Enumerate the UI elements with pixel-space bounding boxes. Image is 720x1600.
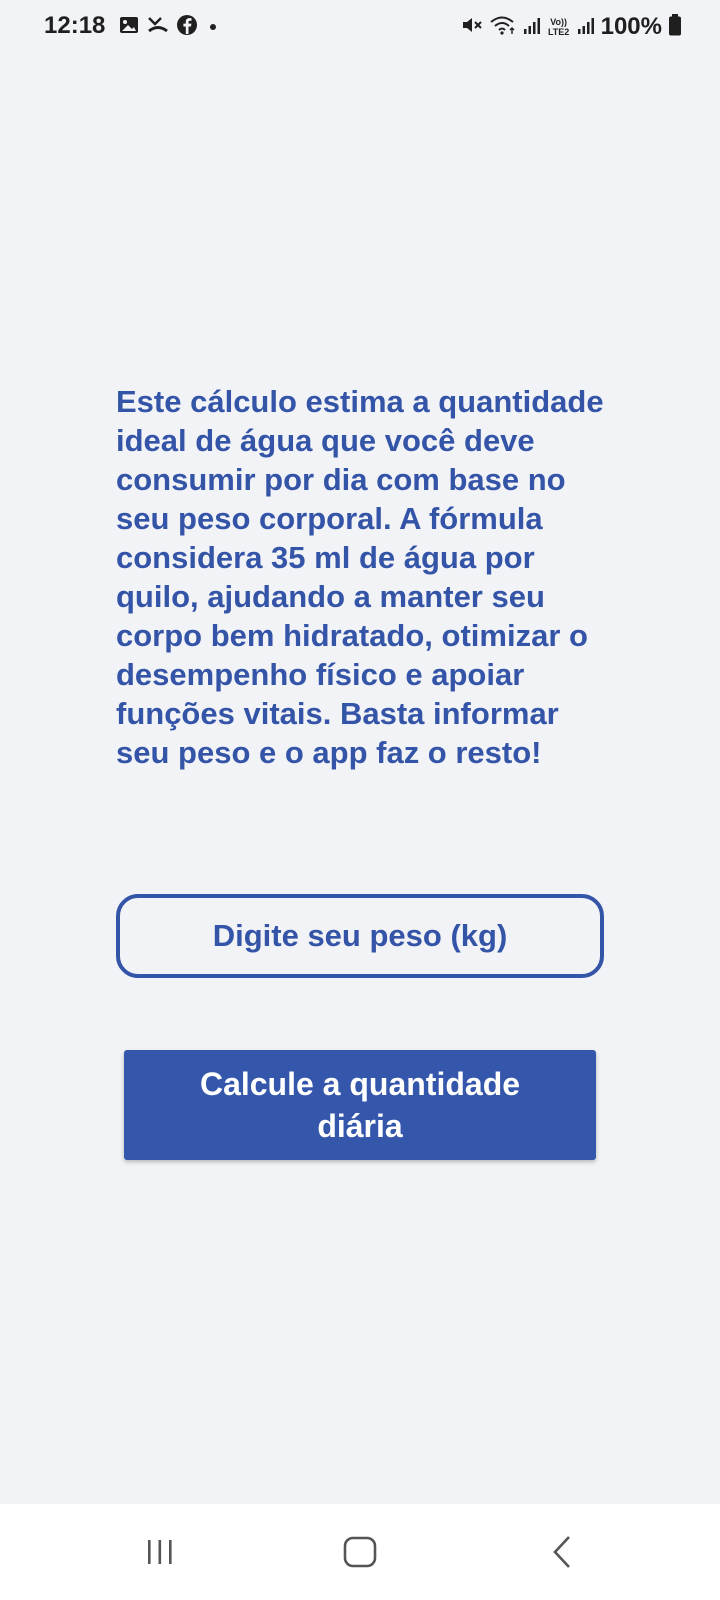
recent-apps-icon (148, 1540, 172, 1564)
back-button[interactable] (534, 1532, 594, 1572)
status-notification-icons (118, 14, 216, 40)
facebook-icon (176, 14, 198, 41)
status-bar: 12:18 Vo)) LTE2 100% (0, 0, 720, 56)
image-icon (118, 14, 140, 41)
volte-icon: Vo)) LTE2 (547, 17, 570, 37)
signal-icon (577, 15, 595, 40)
weight-input[interactable] (116, 894, 604, 978)
calculate-button[interactable]: Calcule a quantidade diária (124, 1050, 596, 1160)
home-icon (343, 1536, 377, 1568)
notification-dot-icon (210, 24, 216, 30)
description-text: Este cálculo estima a quantidade ideal d… (116, 384, 604, 770)
missed-call-icon (146, 14, 170, 41)
signal-icon (523, 15, 541, 40)
wifi-icon (489, 14, 517, 41)
navigation-bar (0, 1504, 720, 1600)
home-button[interactable] (330, 1532, 390, 1572)
battery-percentage: 100% (600, 13, 662, 40)
battery-icon (668, 13, 682, 42)
status-system-icons: Vo)) LTE2 100% (461, 12, 682, 42)
mute-icon (461, 14, 483, 41)
status-time: 12:18 (44, 12, 106, 39)
recent-apps-button[interactable] (130, 1532, 190, 1572)
back-icon (553, 1536, 570, 1568)
